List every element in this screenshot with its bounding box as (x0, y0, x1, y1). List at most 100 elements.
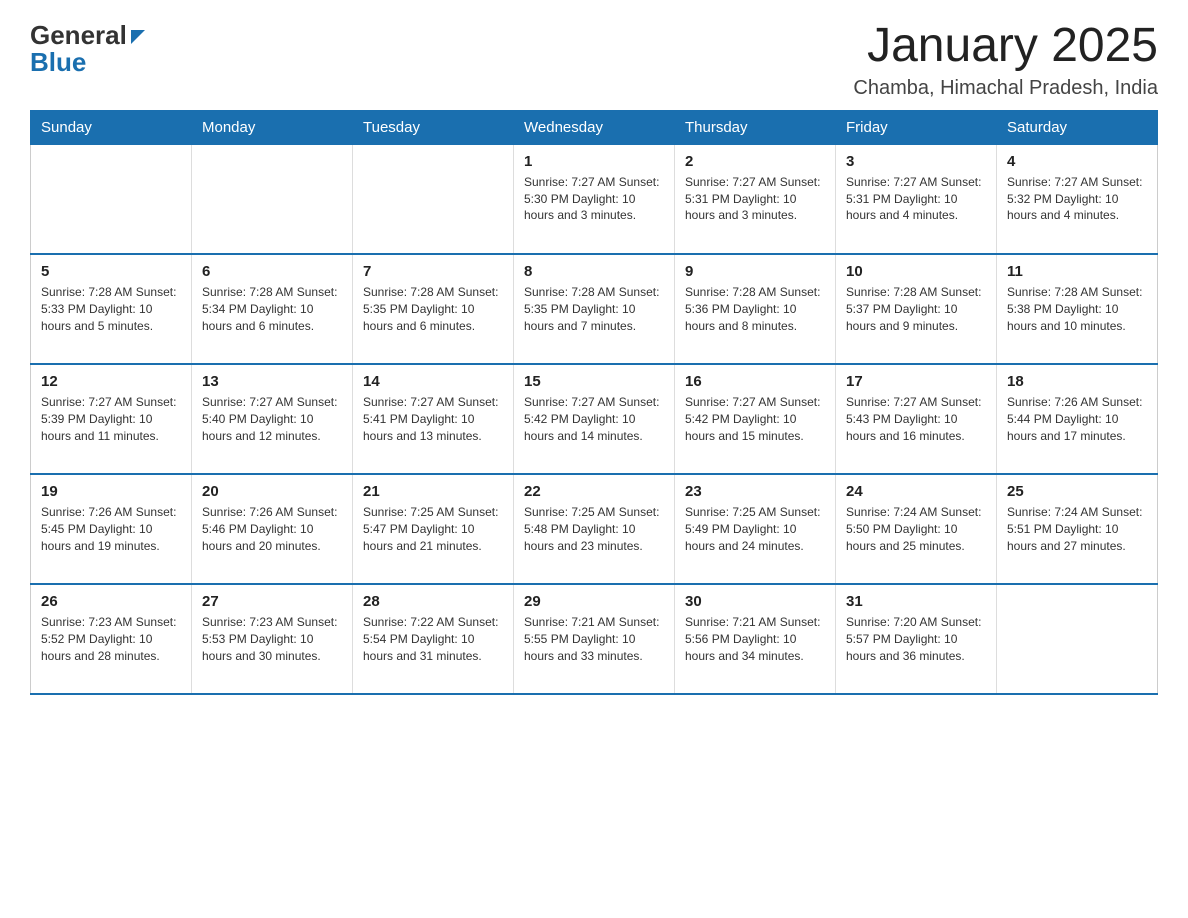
day-info: Sunrise: 7:27 AM Sunset: 5:40 PM Dayligh… (202, 394, 342, 444)
day-number: 31 (846, 593, 986, 610)
day-info: Sunrise: 7:21 AM Sunset: 5:56 PM Dayligh… (685, 614, 825, 664)
day-info: Sunrise: 7:20 AM Sunset: 5:57 PM Dayligh… (846, 614, 986, 664)
day-number: 5 (41, 263, 181, 280)
calendar-cell: 19Sunrise: 7:26 AM Sunset: 5:45 PM Dayli… (31, 474, 192, 584)
calendar-week-row: 5 Sunrise: 7:28 AM Sunset: 5:33 PM Daylig… (31, 254, 1158, 364)
day-number: 4 (1007, 153, 1147, 170)
weekday-header-wednesday: Wednesday (514, 110, 675, 144)
calendar-cell: 16Sunrise: 7:27 AM Sunset: 5:42 PM Dayli… (675, 364, 836, 474)
calendar-cell: 15Sunrise: 7:27 AM Sunset: 5:42 PM Dayli… (514, 364, 675, 474)
day-number: 2 (685, 153, 825, 170)
calendar-cell: 2Sunrise: 7:27 AM Sunset: 5:31 PM Daylig… (675, 144, 836, 254)
day-info: Sunrise: 7:27 AM Sunset: 5:30 PM Dayligh… (524, 174, 664, 224)
day-info: Sunrise: 7:26 AM Sunset: 5:44 PM Dayligh… (1007, 394, 1147, 444)
calendar-cell: 24 Sunrise: 7:24 AM Sunset: 5:50 PM Dayli… (836, 474, 997, 584)
day-number: 1 (524, 153, 664, 170)
day-info: Sunrise: 7:23 AM Sunset: 5:52 PM Dayligh… (41, 614, 181, 664)
calendar-table: SundayMondayTuesdayWednesdayThursdayFrid… (30, 110, 1158, 696)
calendar-week-row: 12 Sunrise: 7:27 AM Sunset: 5:39 PM Dayli… (31, 364, 1158, 474)
calendar-cell (31, 144, 192, 254)
month-title: January 2025 (853, 20, 1158, 73)
day-info: Sunrise: 7:26 AM Sunset: 5:45 PM Dayligh… (41, 504, 181, 554)
weekday-header-sunday: Sunday (31, 110, 192, 144)
calendar-week-row: 26 Sunrise: 7:23 AM Sunset: 5:52 PM Dayli… (31, 584, 1158, 694)
logo-text-blue: Blue (30, 47, 86, 78)
weekday-header-monday: Monday (192, 110, 353, 144)
day-number: 3 (846, 153, 986, 170)
calendar-week-row: 19Sunrise: 7:26 AM Sunset: 5:45 PM Dayli… (31, 474, 1158, 584)
day-info: Sunrise: 7:28 AM Sunset: 5:38 PM Dayligh… (1007, 284, 1147, 334)
calendar-week-row: 1 Sunrise: 7:27 AM Sunset: 5:30 PM Daylig… (31, 144, 1158, 254)
calendar-cell: 28Sunrise: 7:22 AM Sunset: 5:54 PM Dayli… (353, 584, 514, 694)
calendar-cell: 14 Sunrise: 7:27 AM Sunset: 5:41 PM Dayli… (353, 364, 514, 474)
day-number: 21 (363, 483, 503, 500)
day-info: Sunrise: 7:27 AM Sunset: 5:42 PM Dayligh… (685, 394, 825, 444)
day-number: 8 (524, 263, 664, 280)
day-number: 29 (524, 593, 664, 610)
day-info: Sunrise: 7:28 AM Sunset: 5:34 PM Dayligh… (202, 284, 342, 334)
day-number: 9 (685, 263, 825, 280)
calendar-cell: 18 Sunrise: 7:26 AM Sunset: 5:44 PM Dayli… (997, 364, 1158, 474)
calendar-cell: 20 Sunrise: 7:26 AM Sunset: 5:46 PM Dayli… (192, 474, 353, 584)
day-number: 10 (846, 263, 986, 280)
calendar-cell: 5 Sunrise: 7:28 AM Sunset: 5:33 PM Daylig… (31, 254, 192, 364)
day-info: Sunrise: 7:27 AM Sunset: 5:32 PM Dayligh… (1007, 174, 1147, 224)
calendar-cell: 17 Sunrise: 7:27 AM Sunset: 5:43 PM Dayli… (836, 364, 997, 474)
day-info: Sunrise: 7:21 AM Sunset: 5:55 PM Dayligh… (524, 614, 664, 664)
calendar-cell: 10 Sunrise: 7:28 AM Sunset: 5:37 PM Dayli… (836, 254, 997, 364)
day-info: Sunrise: 7:28 AM Sunset: 5:33 PM Dayligh… (41, 284, 181, 334)
day-info: Sunrise: 7:27 AM Sunset: 5:39 PM Dayligh… (41, 394, 181, 444)
day-info: Sunrise: 7:25 AM Sunset: 5:49 PM Dayligh… (685, 504, 825, 554)
day-info: Sunrise: 7:27 AM Sunset: 5:41 PM Dayligh… (363, 394, 503, 444)
calendar-cell (353, 144, 514, 254)
day-number: 22 (524, 483, 664, 500)
logo: General Blue (30, 20, 145, 78)
day-info: Sunrise: 7:28 AM Sunset: 5:35 PM Dayligh… (524, 284, 664, 334)
calendar-cell: 30Sunrise: 7:21 AM Sunset: 5:56 PM Dayli… (675, 584, 836, 694)
day-info: Sunrise: 7:27 AM Sunset: 5:42 PM Dayligh… (524, 394, 664, 444)
calendar-cell: 13 Sunrise: 7:27 AM Sunset: 5:40 PM Dayli… (192, 364, 353, 474)
calendar-cell: 12 Sunrise: 7:27 AM Sunset: 5:39 PM Dayli… (31, 364, 192, 474)
calendar-cell: 3 Sunrise: 7:27 AM Sunset: 5:31 PM Daylig… (836, 144, 997, 254)
day-number: 20 (202, 483, 342, 500)
day-info: Sunrise: 7:24 AM Sunset: 5:50 PM Dayligh… (846, 504, 986, 554)
logo-arrow-icon (131, 30, 145, 44)
day-info: Sunrise: 7:28 AM Sunset: 5:37 PM Dayligh… (846, 284, 986, 334)
weekday-header-saturday: Saturday (997, 110, 1158, 144)
day-number: 7 (363, 263, 503, 280)
calendar-cell: 26 Sunrise: 7:23 AM Sunset: 5:52 PM Dayli… (31, 584, 192, 694)
day-info: Sunrise: 7:22 AM Sunset: 5:54 PM Dayligh… (363, 614, 503, 664)
day-number: 25 (1007, 483, 1147, 500)
title-section: January 2025 Chamba, Himachal Pradesh, I… (853, 20, 1158, 100)
calendar-cell: 27 Sunrise: 7:23 AM Sunset: 5:53 PM Dayli… (192, 584, 353, 694)
calendar-cell: 1 Sunrise: 7:27 AM Sunset: 5:30 PM Daylig… (514, 144, 675, 254)
day-number: 17 (846, 373, 986, 390)
day-info: Sunrise: 7:23 AM Sunset: 5:53 PM Dayligh… (202, 614, 342, 664)
calendar-cell: 8 Sunrise: 7:28 AM Sunset: 5:35 PM Daylig… (514, 254, 675, 364)
calendar-cell: 7 Sunrise: 7:28 AM Sunset: 5:35 PM Daylig… (353, 254, 514, 364)
day-number: 23 (685, 483, 825, 500)
weekday-header-tuesday: Tuesday (353, 110, 514, 144)
calendar-cell (192, 144, 353, 254)
day-number: 14 (363, 373, 503, 390)
calendar-cell: 23 Sunrise: 7:25 AM Sunset: 5:49 PM Dayli… (675, 474, 836, 584)
day-number: 24 (846, 483, 986, 500)
day-number: 18 (1007, 373, 1147, 390)
calendar-cell (997, 584, 1158, 694)
page-header: General Blue January 2025 Chamba, Himach… (30, 20, 1158, 100)
day-info: Sunrise: 7:26 AM Sunset: 5:46 PM Dayligh… (202, 504, 342, 554)
day-number: 13 (202, 373, 342, 390)
day-info: Sunrise: 7:24 AM Sunset: 5:51 PM Dayligh… (1007, 504, 1147, 554)
location-title: Chamba, Himachal Pradesh, India (853, 77, 1158, 100)
calendar-cell: 6Sunrise: 7:28 AM Sunset: 5:34 PM Daylig… (192, 254, 353, 364)
day-info: Sunrise: 7:27 AM Sunset: 5:43 PM Dayligh… (846, 394, 986, 444)
day-number: 26 (41, 593, 181, 610)
day-number: 27 (202, 593, 342, 610)
weekday-header-row: SundayMondayTuesdayWednesdayThursdayFrid… (31, 110, 1158, 144)
day-info: Sunrise: 7:28 AM Sunset: 5:35 PM Dayligh… (363, 284, 503, 334)
calendar-cell: 22Sunrise: 7:25 AM Sunset: 5:48 PM Dayli… (514, 474, 675, 584)
day-info: Sunrise: 7:27 AM Sunset: 5:31 PM Dayligh… (846, 174, 986, 224)
calendar-cell: 25 Sunrise: 7:24 AM Sunset: 5:51 PM Dayli… (997, 474, 1158, 584)
day-number: 12 (41, 373, 181, 390)
day-number: 11 (1007, 263, 1147, 280)
